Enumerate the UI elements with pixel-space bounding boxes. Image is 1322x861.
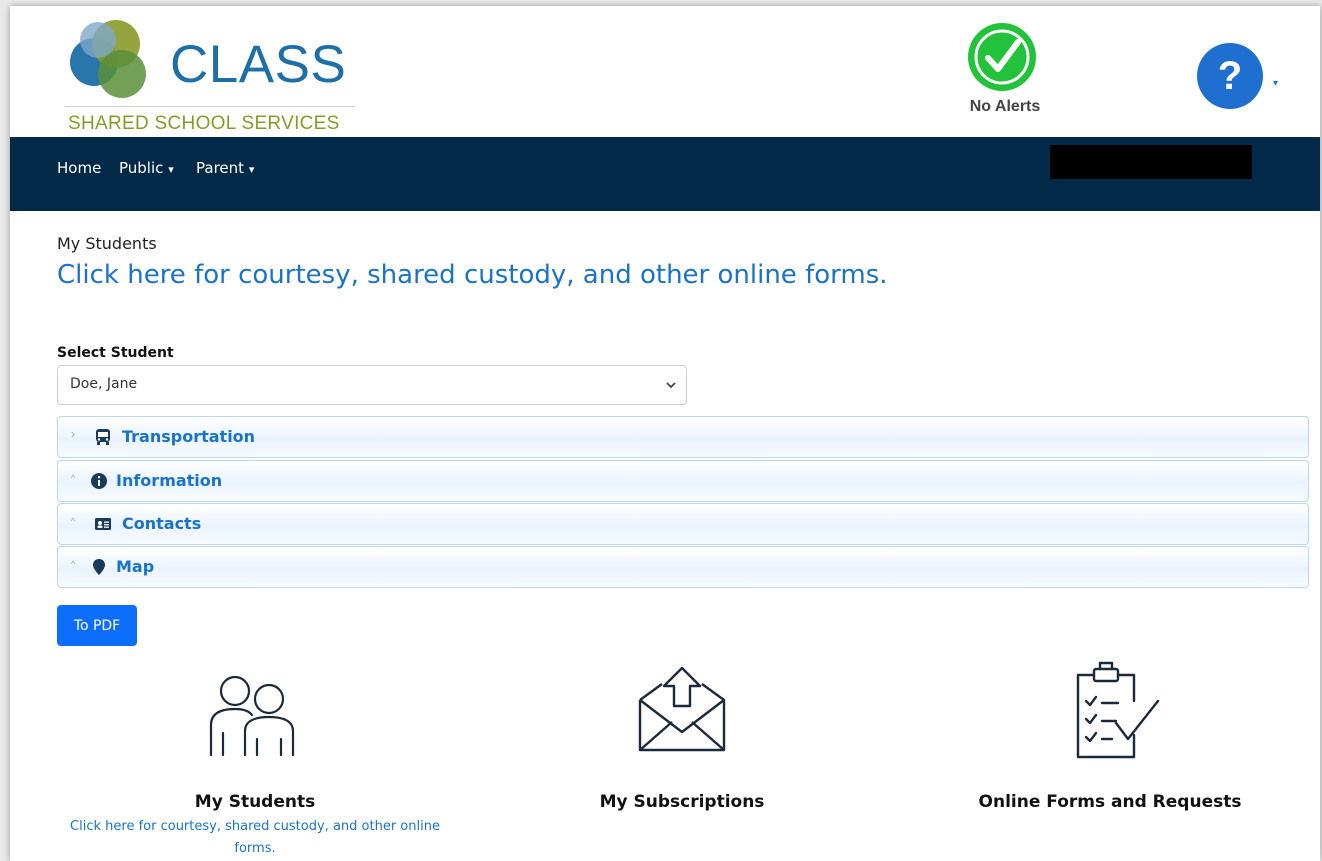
help-symbol: ?	[1218, 54, 1242, 98]
map-pin-icon	[93, 559, 105, 575]
card-title-my-students: My Students	[194, 792, 316, 812]
accordion-information[interactable]: ^ Information	[57, 460, 1309, 502]
accordion-contacts[interactable]: ^ Contacts	[57, 503, 1309, 545]
accordion-map[interactable]: ^ Map	[57, 546, 1309, 588]
page-section-label: My Students	[57, 234, 157, 253]
redacted-user-area	[1050, 145, 1252, 179]
accordion-caret-icon: ^	[71, 516, 76, 526]
accordion-title: Transportation	[122, 427, 256, 446]
nav-public[interactable]: Public ▾	[119, 159, 174, 177]
envelope-icon[interactable]	[636, 666, 728, 754]
accordion-transportation[interactable]: › Transportation	[57, 416, 1309, 458]
logo-subtitle: SHARED SCHOOL SERVICES	[68, 113, 340, 134]
nav-home[interactable]: Home	[57, 159, 101, 177]
accordion-title: Contacts	[122, 514, 202, 533]
nav-public-caret-icon: ▾	[168, 163, 174, 176]
class-logo[interactable]: CLASS SHARED SCHOOL SERVICES	[60, 16, 360, 136]
alerts-status: No Alerts	[969, 98, 1041, 115]
online-forms-link[interactable]: Click here for courtesy, shared custody,…	[57, 260, 888, 290]
info-circle-icon	[91, 473, 107, 489]
help-icon[interactable]: ?	[1196, 42, 1264, 110]
accordion-caret-icon: ›	[71, 427, 75, 441]
clipboard-checklist-icon[interactable]	[1072, 661, 1162, 761]
nav-parent-caret-icon: ▾	[248, 163, 255, 176]
accordion-title: Information	[116, 471, 223, 490]
logo-emblem-icon	[70, 20, 146, 98]
card-title-my-subscriptions[interactable]: My Subscriptions	[550, 792, 814, 812]
chevron-down-icon	[666, 382, 676, 389]
card-link-my-students[interactable]: Click here for courtesy, shared custody,…	[62, 816, 448, 860]
nav-public-label: Public	[119, 159, 164, 177]
help-dropdown-caret-icon[interactable]: ▾	[1273, 78, 1278, 89]
students-icon[interactable]	[205, 671, 307, 761]
select-student-label: Select Student	[57, 345, 174, 361]
accordion-caret-icon: ^	[71, 559, 76, 569]
card-title-online-forms[interactable]: Online Forms and Requests	[950, 792, 1270, 812]
contact-card-icon	[95, 518, 111, 530]
logo-wordmark: CLASS	[170, 35, 347, 94]
page: CLASS SHARED SCHOOL SERVICES No Alerts ?…	[10, 6, 1320, 861]
student-select[interactable]: Doe, Jane	[57, 365, 687, 405]
accordion-title: Map	[116, 557, 155, 576]
main-navbar: Home Public ▾ Parent ▾	[10, 137, 1320, 211]
nav-parent-label: Parent	[196, 159, 245, 177]
bus-icon	[96, 429, 110, 445]
student-select-value: Doe, Jane	[70, 376, 138, 392]
nav-parent[interactable]: Parent ▾	[196, 159, 254, 177]
to-pdf-button[interactable]: To PDF	[57, 605, 137, 646]
accordion-caret-icon: ^	[71, 473, 76, 483]
logo-divider	[65, 106, 355, 107]
check-circle-icon[interactable]	[965, 20, 1039, 94]
